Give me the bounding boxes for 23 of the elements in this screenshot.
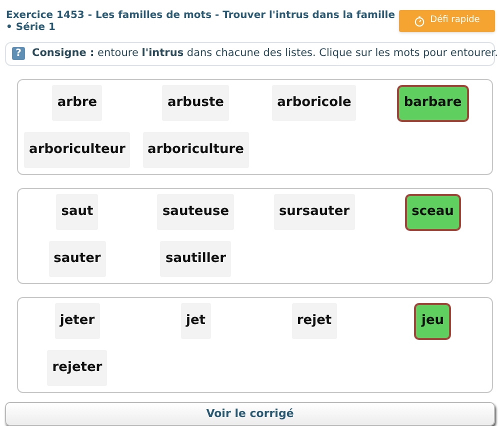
word-button[interactable]: jeu (414, 302, 452, 340)
word-button[interactable]: sautiller (160, 240, 232, 277)
instruction-text: Consigne : entoure l'intrus dans chacune des listes. Clique sur les mots pour entourer. (32, 46, 498, 61)
word-button[interactable]: sursauter (274, 194, 355, 230)
word-button[interactable]: saut (56, 194, 98, 230)
exercise-title: Exercice 1453 - Les familles de mots - Trouver l'intrus dans la famille (6, 10, 396, 22)
word-button[interactable]: jeter (54, 302, 100, 339)
word-button[interactable]: sceau (404, 194, 461, 231)
series-label: • Série 1 (6, 22, 56, 34)
help-icon: ? (12, 47, 25, 60)
word-button[interactable]: rejet (292, 302, 337, 339)
timer-icon (414, 16, 426, 26)
word-button[interactable]: arboriculteur (24, 132, 130, 168)
word-button[interactable]: arboriculture (142, 132, 249, 168)
word-button[interactable]: arboricole (272, 84, 356, 121)
word-button[interactable]: barbare (396, 84, 469, 122)
word-button[interactable]: jet (181, 302, 210, 339)
word-button[interactable]: rejeter (47, 350, 108, 386)
word-button[interactable]: arbre (52, 84, 102, 121)
show-answer-button[interactable]: Voir le corrigé (5, 402, 495, 426)
word-button[interactable]: sauteuse (157, 194, 234, 230)
word-button[interactable]: arbuste (162, 84, 229, 121)
word-button[interactable]: sauter (48, 240, 106, 277)
